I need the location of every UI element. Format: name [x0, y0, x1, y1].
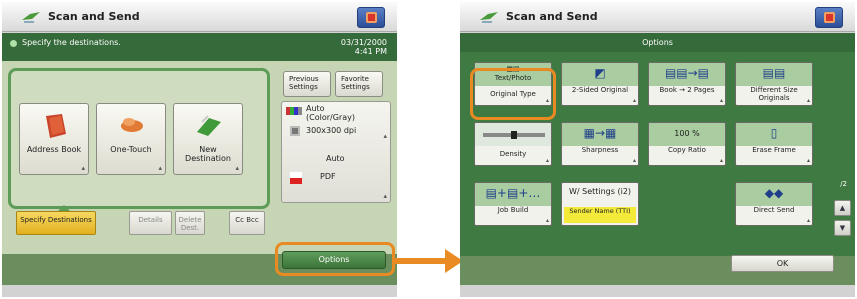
sharpness-label: Sharpness	[581, 146, 619, 154]
bottom-strip	[460, 285, 855, 297]
new-destination-icon	[197, 115, 221, 136]
menu-home-button[interactable]	[357, 7, 385, 28]
app-title: Scan and Send	[48, 10, 140, 23]
color-mode-value: Auto (Color/Gray)	[306, 104, 355, 122]
density-option-highlight	[470, 68, 556, 120]
transition-arrow-line	[395, 258, 450, 264]
arrow-down-icon: ▼	[839, 224, 846, 232]
scroll-down-button[interactable]: ▼	[834, 220, 851, 236]
book-to-pages-icon: ▤▤→▤	[664, 66, 710, 80]
job-build-label: Job Build	[497, 206, 529, 214]
density-label: Density	[499, 150, 527, 158]
previous-settings-button[interactable]: Previous Settings	[283, 71, 331, 97]
time-text: 4:41 PM	[354, 47, 387, 56]
size-value: Auto	[326, 154, 345, 163]
page-indicator: /2	[840, 180, 847, 188]
chevron-icon: ▴	[383, 132, 387, 140]
option-density[interactable]: Density ▴	[474, 122, 552, 166]
chevron-icon: ▴	[632, 97, 636, 104]
sharpness-icon: ▦→▦	[583, 126, 617, 140]
status-indicator-icon	[10, 40, 17, 47]
option-with-settings[interactable]: W/ Settings (i2) Sender Name (TTI)	[561, 182, 639, 226]
chevron-icon: ▴	[545, 157, 549, 164]
option-different-size-originals[interactable]: ▤▤ Different Size Originals ▴	[735, 62, 813, 106]
sender-name-badge: Sender Name (TTI)	[564, 207, 636, 223]
option-two-sided-original[interactable]: ◩ 2-Sided Original ▴	[561, 62, 639, 106]
two-sided-original-icon: ◩	[594, 66, 606, 80]
with-settings-label: W/ Settings (i2)	[568, 187, 632, 196]
chevron-icon: ▴	[719, 97, 723, 104]
chevron-icon: ▴	[158, 164, 162, 172]
chevron-icon: ▴	[632, 157, 636, 164]
address-book-button[interactable]: Address Book ▴	[19, 103, 89, 175]
address-book-label: Address Book	[26, 145, 82, 154]
bottom-strip	[2, 285, 397, 297]
scroll-up-button[interactable]: ▲	[834, 200, 851, 216]
arrow-up-icon: ▲	[839, 204, 846, 212]
option-job-build[interactable]: ▤+▤+… Job Build ▴	[474, 182, 552, 226]
new-destination-button[interactable]: New Destination ▴	[173, 103, 243, 175]
chevron-icon: ▴	[719, 157, 723, 164]
file-format-value: PDF	[320, 172, 336, 181]
chevron-icon: ▴	[806, 217, 810, 224]
chevron-icon: ▴	[806, 157, 810, 164]
current-settings-panel[interactable]: Auto (Color/Gray) 300x300 dpi Auto PDF ▴…	[281, 101, 391, 203]
date-text: 03/31/2000	[340, 38, 387, 47]
option-book-to-two-pages[interactable]: ▤▤→▤ Book → 2 Pages ▴	[648, 62, 726, 106]
tab-details[interactable]: Details	[129, 211, 172, 235]
different-size-icon: ▤▤	[762, 66, 786, 80]
resolution-value: 300x300 dpi	[306, 126, 357, 135]
direct-send-label: Direct Send	[753, 206, 795, 214]
chevron-icon: ▴	[383, 192, 387, 200]
ok-button[interactable]: OK	[731, 255, 834, 272]
title-bar: Scan and Send	[460, 2, 855, 32]
erase-frame-label: Erase Frame	[752, 146, 796, 154]
scan-send-main-screen: Scan and Send Specify the destinations. …	[2, 2, 397, 297]
density-slider-icon	[483, 131, 545, 139]
resolution-icon	[290, 126, 300, 136]
options-header: Options	[460, 33, 855, 52]
title-bar: Scan and Send	[2, 2, 397, 32]
status-bar: Specify the destinations. 03/31/2000 4:4…	[2, 33, 397, 61]
job-build-icon: ▤+▤+…	[485, 186, 541, 200]
chevron-icon: ▴	[235, 164, 239, 172]
scan-send-icon	[22, 12, 40, 23]
option-sharpness[interactable]: ▦→▦ Sharpness ▴	[561, 122, 639, 166]
destination-frame: Address Book ▴ One-Touch ▴ New Destinati…	[8, 68, 270, 209]
erase-frame-icon: ▯	[770, 126, 778, 140]
book-to-pages-label: Book → 2 Pages	[659, 86, 715, 94]
one-touch-button[interactable]: One-Touch ▴	[96, 103, 166, 175]
favorite-settings-button[interactable]: Favorite Settings	[335, 71, 383, 97]
chevron-icon: ▴	[545, 217, 549, 224]
app-title: Scan and Send	[506, 10, 598, 23]
menu-home-button[interactable]	[815, 7, 843, 28]
copy-ratio-value: 100 %	[674, 129, 700, 138]
chevron-icon: ▴	[81, 164, 85, 172]
date-time: 03/31/2000 4:41 PM	[341, 38, 387, 56]
tab-specify-destinations[interactable]: Specify Destinations	[16, 211, 96, 235]
different-size-label: Different Size Originals	[750, 86, 798, 102]
color-mode-icon	[286, 107, 302, 115]
options-button-highlight	[275, 242, 395, 276]
chevron-icon: ▴	[806, 97, 810, 104]
direct-send-icon: ◆◆	[764, 186, 784, 200]
scan-send-options-screen: Scan and Send Options ▦▤ Text/Photo Orig…	[460, 2, 855, 297]
scan-send-icon	[480, 12, 498, 23]
option-copy-ratio[interactable]: 100 % Copy Ratio ▴	[648, 122, 726, 166]
one-touch-label: One-Touch	[110, 145, 152, 154]
address-book-icon	[46, 114, 66, 138]
tab-delete-dest[interactable]: Delete Dest.	[175, 211, 205, 235]
home-icon	[366, 12, 377, 23]
one-touch-icon	[121, 118, 143, 132]
main-panel: Address Book ▴ One-Touch ▴ New Destinati…	[2, 61, 397, 254]
option-direct-send[interactable]: ◆◆ Direct Send ▴	[735, 182, 813, 226]
home-icon	[824, 12, 835, 23]
tab-cc-bcc[interactable]: Cc Bcc	[229, 211, 265, 235]
new-destination-label: New Destination	[185, 145, 231, 163]
status-message: Specify the destinations.	[22, 38, 121, 47]
two-sided-original-label: 2-Sided Original	[571, 86, 629, 94]
option-erase-frame[interactable]: ▯ Erase Frame ▴	[735, 122, 813, 166]
pdf-icon	[290, 172, 302, 184]
copy-ratio-label: Copy Ratio	[668, 146, 706, 154]
